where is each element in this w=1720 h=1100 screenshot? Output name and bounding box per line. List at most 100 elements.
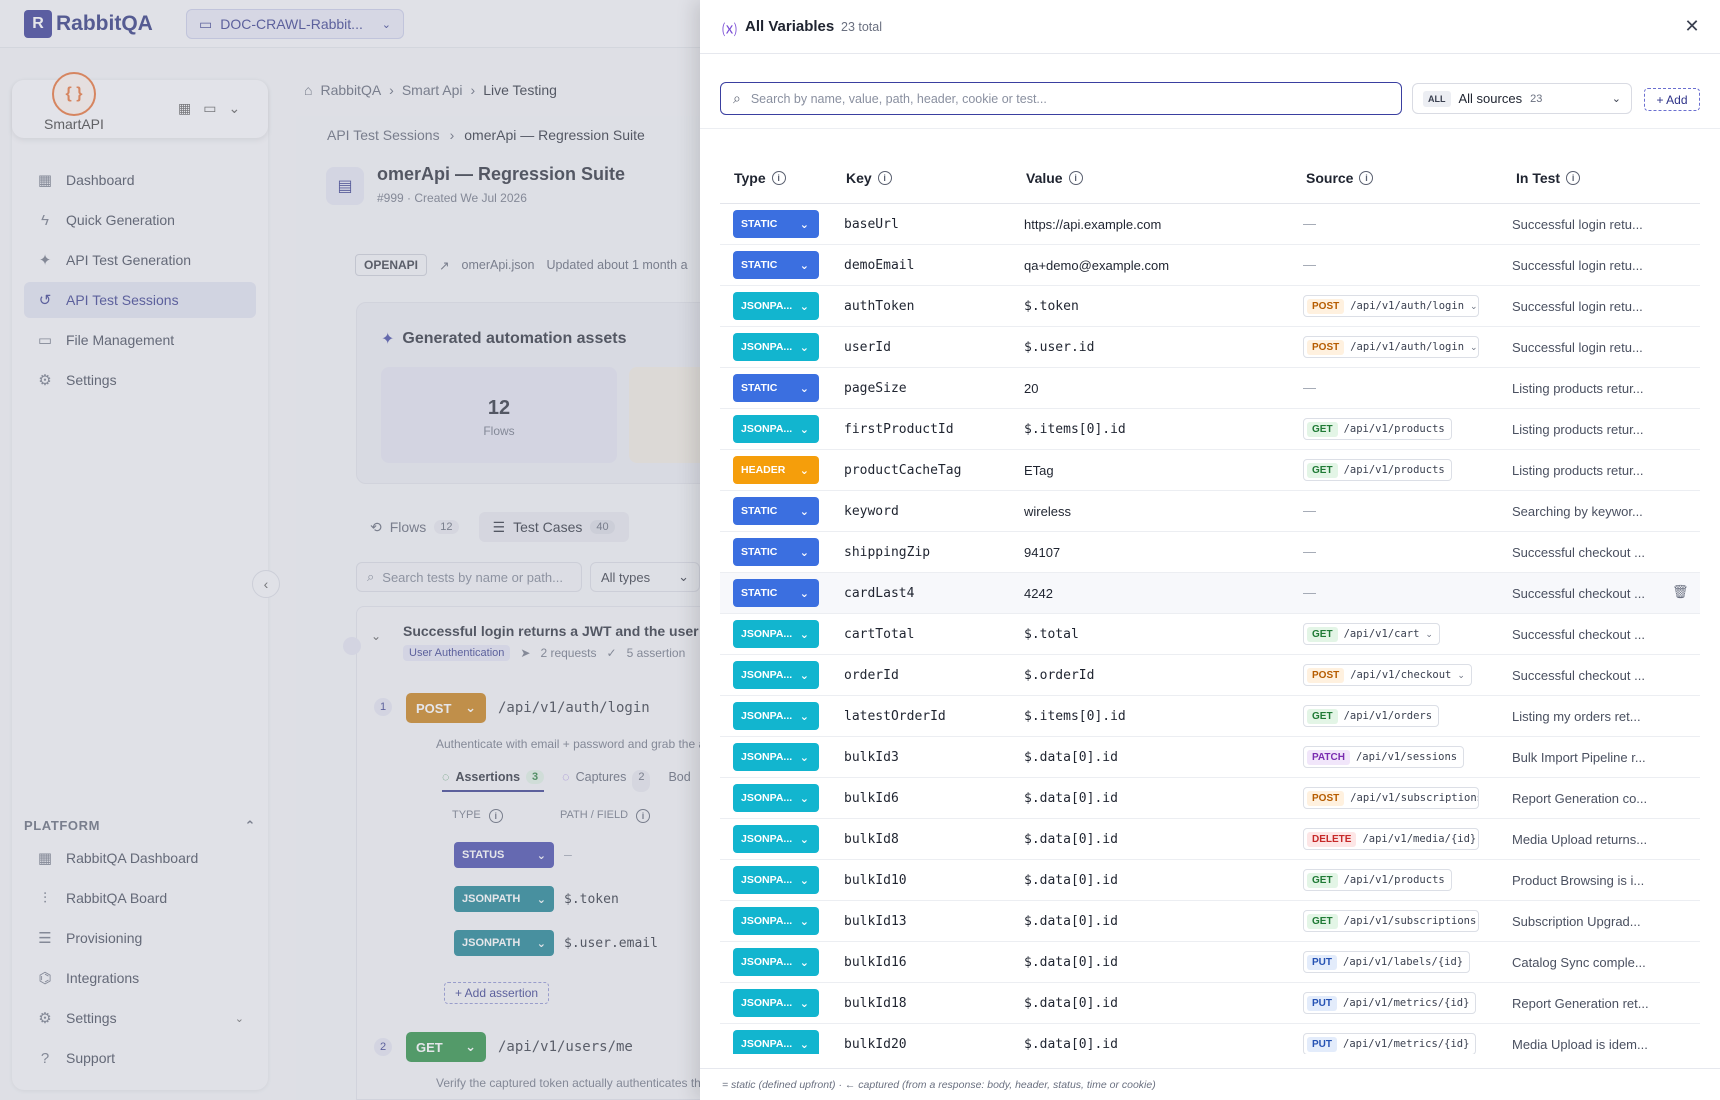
source-endpoint-chip[interactable]: DELETE/api/v1/media/{id}	[1303, 828, 1479, 850]
variable-value[interactable]: 20	[1024, 381, 1038, 396]
table-row[interactable]: STATIC ⌄ shippingZip 94107 — Successful check…	[720, 532, 1700, 573]
table-row[interactable]: JSONPA... ⌄ bulkId13 $.data[0].id GET/api/v1…	[720, 901, 1700, 942]
add-variable-button[interactable]: + Add	[1644, 88, 1700, 111]
variable-type-select[interactable]: JSONPA... ⌄	[733, 825, 819, 853]
table-row[interactable]: STATIC ⌄ keyword wireless — Searching by keyw…	[720, 491, 1700, 532]
source-endpoint-chip[interactable]: POST/api/v1/auth/login ⌄	[1303, 295, 1479, 317]
variable-key[interactable]: bulkId16	[844, 955, 907, 970]
variable-value[interactable]: $.data[0].id	[1024, 791, 1118, 806]
variable-value[interactable]: $.data[0].id	[1024, 914, 1118, 929]
variable-type-select[interactable]: JSONPA... ⌄	[733, 292, 819, 320]
variable-type-select[interactable]: JSONPA... ⌄	[733, 866, 819, 894]
in-test-link[interactable]: Report Generation ret...	[1512, 996, 1649, 1011]
table-row[interactable]: JSONPA... ⌄ bulkId3 $.data[0].id PATCH/api/v…	[720, 737, 1700, 778]
column-header-key[interactable]: Key i	[846, 170, 892, 186]
in-test-link[interactable]: Subscription Upgrad...	[1512, 914, 1641, 929]
variable-value[interactable]: $.data[0].id	[1024, 873, 1118, 888]
table-row[interactable]: STATIC ⌄ cardLast4 4242 — Successful checkout…	[720, 573, 1700, 614]
variable-value[interactable]: ETag	[1024, 463, 1054, 478]
table-row[interactable]: STATIC ⌄ baseUrl https://api.example.com — Su…	[720, 204, 1700, 245]
in-test-link[interactable]: Listing products retur...	[1512, 422, 1644, 437]
source-endpoint-chip[interactable]: GET/api/v1/subscriptions	[1303, 910, 1479, 932]
variable-key[interactable]: pageSize	[844, 381, 907, 396]
table-row[interactable]: JSONPA... ⌄ bulkId18 $.data[0].id PUT/api/v1…	[720, 983, 1700, 1024]
variable-value[interactable]: qa+demo@example.com	[1024, 258, 1169, 273]
variable-type-select[interactable]: JSONPA... ⌄	[733, 907, 819, 935]
variable-value[interactable]: 4242	[1024, 586, 1053, 601]
variable-value[interactable]: $.data[0].id	[1024, 832, 1118, 847]
source-endpoint-chip[interactable]: GET/api/v1/orders	[1303, 705, 1440, 727]
in-test-link[interactable]: Successful checkout ...	[1512, 668, 1645, 683]
variable-type-select[interactable]: STATIC ⌄	[733, 497, 819, 525]
in-test-link[interactable]: Successful checkout ...	[1512, 627, 1645, 642]
info-icon[interactable]: i	[1068, 171, 1083, 185]
in-test-link[interactable]: Listing products retur...	[1512, 381, 1644, 396]
variable-value[interactable]: $.data[0].id	[1024, 955, 1118, 970]
source-filter-select[interactable]: ALL All sources 23 ⌄	[1412, 83, 1632, 114]
variable-type-select[interactable]: JSONPA... ⌄	[733, 948, 819, 976]
variable-value[interactable]: https://api.example.com	[1024, 217, 1161, 232]
column-header-type[interactable]: Type i	[734, 170, 786, 186]
in-test-link[interactable]: Bulk Import Pipeline r...	[1512, 750, 1646, 765]
table-row[interactable]: JSONPA... ⌄ bulkId10 $.data[0].id GET/api/v1…	[720, 860, 1700, 901]
source-endpoint-chip[interactable]: POST/api/v1/subscriptions/{...	[1303, 787, 1479, 809]
table-row[interactable]: JSONPA... ⌄ authToken $.token POST/api/v1/au…	[720, 286, 1700, 327]
variable-key[interactable]: shippingZip	[844, 545, 930, 560]
variable-type-select[interactable]: JSONPA... ⌄	[733, 702, 819, 730]
table-row[interactable]: JSONPA... ⌄ cartTotal $.total GET/api/v1/car…	[720, 614, 1700, 655]
source-endpoint-chip[interactable]: POST/api/v1/checkout ⌄	[1303, 664, 1472, 686]
source-endpoint-chip[interactable]: PATCH/api/v1/sessions	[1303, 746, 1465, 768]
column-header-in-test[interactable]: In Test i	[1516, 170, 1581, 186]
table-row[interactable]: STATIC ⌄ demoEmail qa+demo@example.com — Succ…	[720, 245, 1700, 286]
variable-value[interactable]: $.total	[1024, 627, 1079, 642]
variable-key[interactable]: cardLast4	[844, 586, 914, 601]
variable-type-select[interactable]: STATIC ⌄	[733, 251, 819, 279]
variable-key[interactable]: baseUrl	[844, 217, 899, 232]
variable-value[interactable]: $.data[0].id	[1024, 1037, 1118, 1052]
source-endpoint-chip[interactable]: GET/api/v1/products	[1303, 869, 1452, 891]
variable-value[interactable]: $.user.id	[1024, 340, 1094, 355]
variable-key[interactable]: userId	[844, 340, 891, 355]
variable-value[interactable]: $.items[0].id	[1024, 709, 1126, 724]
in-test-link[interactable]: Successful login retu...	[1512, 340, 1643, 355]
variable-value[interactable]: $.data[0].id	[1024, 750, 1118, 765]
in-test-link[interactable]: Successful login retu...	[1512, 217, 1643, 232]
variable-type-select[interactable]: STATIC ⌄	[733, 579, 819, 607]
table-row[interactable]: JSONPA... ⌄ orderId $.orderId POST/api/v1/ch…	[720, 655, 1700, 696]
in-test-link[interactable]: Successful checkout ...	[1512, 586, 1645, 601]
variable-key[interactable]: bulkId20	[844, 1037, 907, 1052]
table-row[interactable]: JSONPA... ⌄ bulkId16 $.data[0].id PUT/api/v1…	[720, 942, 1700, 983]
info-icon[interactable]: i	[771, 171, 786, 185]
in-test-link[interactable]: Successful login retu...	[1512, 299, 1643, 314]
variable-key[interactable]: cartTotal	[844, 627, 914, 642]
table-row[interactable]: STATIC ⌄ pageSize 20 — Listing products retur…	[720, 368, 1700, 409]
close-icon[interactable]: ✕	[1680, 14, 1704, 38]
in-test-link[interactable]: Media Upload returns...	[1512, 832, 1647, 847]
in-test-link[interactable]: Media Upload is idem...	[1512, 1037, 1648, 1052]
table-row[interactable]: JSONPA... ⌄ bulkId20 $.data[0].id PUT/api/v1…	[720, 1024, 1700, 1054]
source-endpoint-chip[interactable]: GET/api/v1/products	[1303, 418, 1452, 440]
variable-key[interactable]: keyword	[844, 504, 899, 519]
source-endpoint-chip[interactable]: GET/api/v1/cart ⌄	[1303, 623, 1440, 645]
variable-key[interactable]: latestOrderId	[844, 709, 946, 724]
variable-key[interactable]: bulkId6	[844, 791, 899, 806]
variable-type-select[interactable]: JSONPA... ⌄	[733, 415, 819, 443]
variable-key[interactable]: bulkId3	[844, 750, 899, 765]
table-row[interactable]: JSONPA... ⌄ bulkId6 $.data[0].id POST/api/v1…	[720, 778, 1700, 819]
in-test-link[interactable]: Listing products retur...	[1512, 463, 1644, 478]
in-test-link[interactable]: Report Generation co...	[1512, 791, 1647, 806]
variable-value[interactable]: $.orderId	[1024, 668, 1094, 683]
variable-type-select[interactable]: JSONPA... ⌄	[733, 784, 819, 812]
table-row[interactable]: JSONPA... ⌄ bulkId8 $.data[0].id DELETE/api/…	[720, 819, 1700, 860]
in-test-link[interactable]: Product Browsing is i...	[1512, 873, 1644, 888]
variable-key[interactable]: bulkId8	[844, 832, 899, 847]
variable-search-input[interactable]	[750, 91, 1371, 106]
variable-value[interactable]: $.data[0].id	[1024, 996, 1118, 1011]
table-row[interactable]: HEADER ⌄ productCacheTag ETag GET/api/v1/pro…	[720, 450, 1700, 491]
table-row[interactable]: JSONPA... ⌄ firstProductId $.items[0].id GET…	[720, 409, 1700, 450]
variable-key[interactable]: bulkId10	[844, 873, 907, 888]
in-test-link[interactable]: Catalog Sync comple...	[1512, 955, 1646, 970]
variable-type-select[interactable]: STATIC ⌄	[733, 374, 819, 402]
variable-type-select[interactable]: JSONPA... ⌄	[733, 661, 819, 689]
variable-type-select[interactable]: JSONPA... ⌄	[733, 989, 819, 1017]
